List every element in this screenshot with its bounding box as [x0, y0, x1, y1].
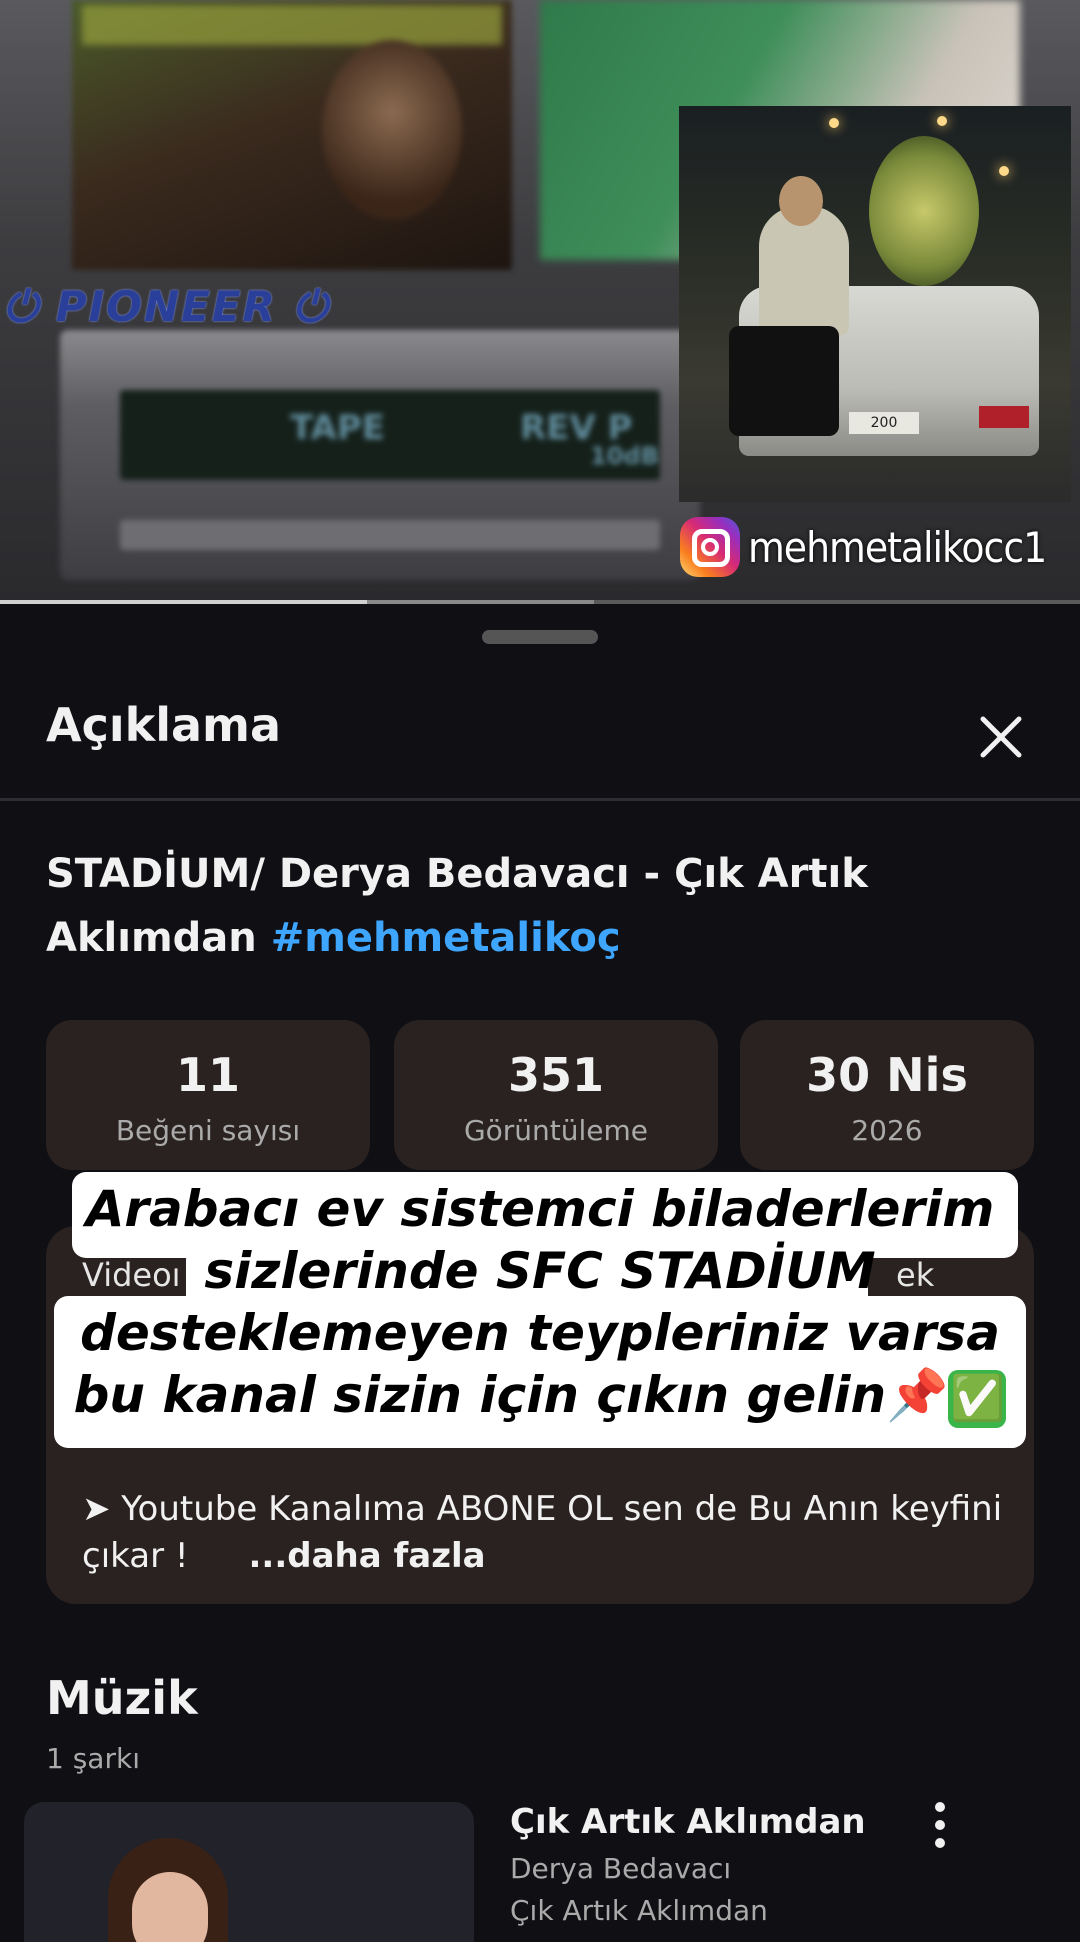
instagram-handle: mehmetalikocc1	[748, 522, 1047, 572]
instagram-icon	[680, 517, 740, 577]
buffer-fill	[367, 600, 594, 604]
close-button[interactable]	[966, 702, 1036, 772]
stereo-display: TAPE REV P 10dB	[120, 390, 660, 480]
stereo-unit: TAPE REV P 10dB	[60, 330, 700, 580]
pioneer-logo: ⏻ PIONEER ⏻	[4, 282, 329, 331]
song-title[interactable]: Çık Artık Aklımdan	[510, 1802, 866, 1842]
video-title: STADİUM/ Derya Bedavacı - Çık Artık Aklı…	[46, 851, 868, 961]
views-stat: 351 Görüntüleme	[394, 1020, 718, 1170]
description-sheet: Açıklama STADİUM/ Derya Bedavacı - Çık A…	[0, 606, 1080, 1942]
music-section-title: Müzik	[46, 1671, 198, 1725]
overlay-caption: Arabacı ev sistemci biladerlerim sizleri…	[60, 1178, 1020, 1428]
song-thumbnail[interactable]	[24, 1802, 474, 1942]
progress-fill	[0, 600, 368, 604]
description-line: ➤ Youtube Kanalıma ABONE OL sen de Bu An…	[82, 1489, 1003, 1576]
album-poster-left	[72, 0, 512, 270]
inset-photo: 200	[679, 106, 1071, 502]
video-player[interactable]: ⏻ PIONEER ⏻ TAPE REV P 10dB 200 mehmetal…	[0, 0, 1080, 604]
divider	[0, 798, 1080, 801]
sheet-title: Açıklama	[46, 698, 282, 752]
video-progress-bar[interactable]	[0, 600, 1080, 604]
song-album: Çık Artık Aklımdan	[510, 1894, 768, 1927]
check-icon: ✅	[948, 1369, 1007, 1428]
more-link[interactable]: ...daha fazla	[248, 1536, 485, 1576]
hashtag-link[interactable]: #mehmetalikoç	[271, 915, 621, 961]
pin-icon: 📌	[886, 1366, 949, 1424]
likes-stat: 11 Beğeni sayısı	[46, 1020, 370, 1170]
date-stat: 30 Nis 2026	[740, 1020, 1034, 1170]
more-options-icon[interactable]	[920, 1802, 960, 1848]
instagram-tag: mehmetalikocc1	[680, 516, 1047, 578]
close-icon	[980, 716, 1022, 758]
music-count: 1 şarkı	[46, 1742, 140, 1775]
song-artist: Derya Bedavacı	[510, 1852, 732, 1885]
sheet-drag-handle[interactable]	[482, 630, 598, 644]
